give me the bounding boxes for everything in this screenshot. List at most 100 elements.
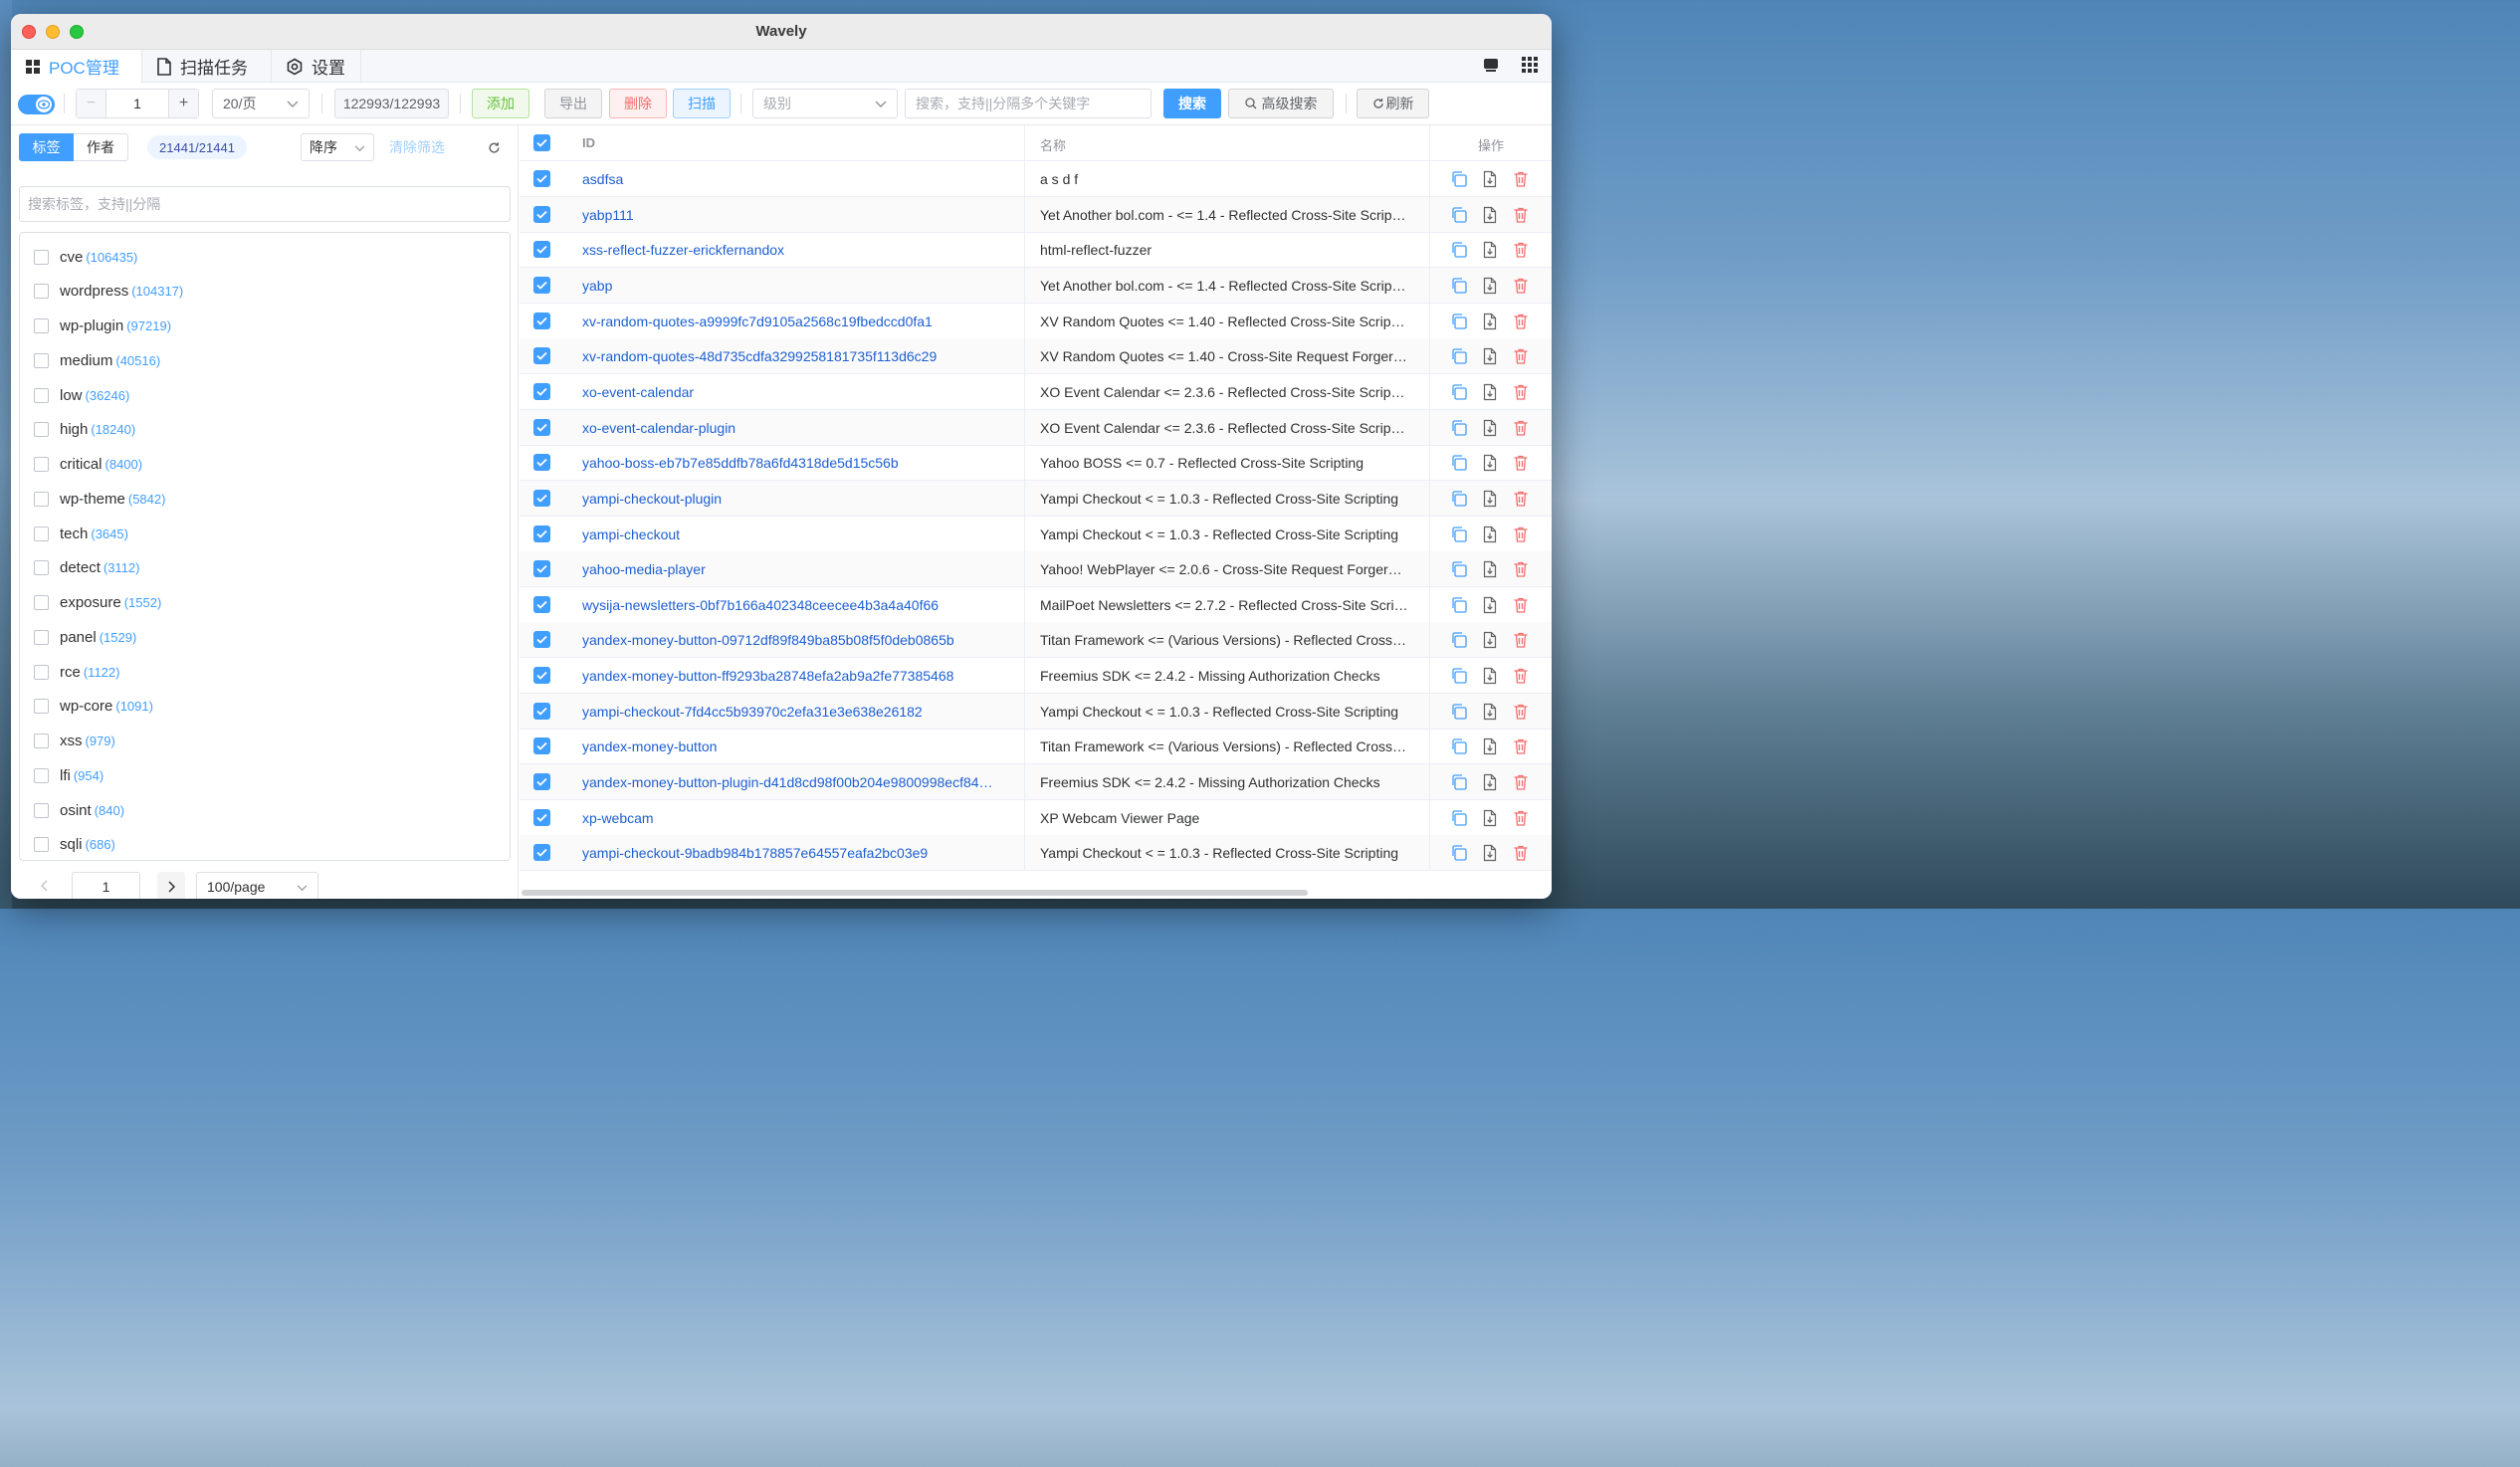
table-row[interactable]: xp-webcam XP Webcam Viewer Page [520,799,1552,836]
delete-icon[interactable] [1512,560,1531,579]
table-row[interactable]: xv-random-quotes-a9999fc7d9105a2568c19fb… [520,303,1552,339]
table-row[interactable]: xo-event-calendar-plugin XO Event Calenda… [520,409,1552,446]
download-icon[interactable] [1481,667,1500,686]
download-icon[interactable] [1481,844,1500,863]
delete-icon[interactable] [1512,596,1531,615]
row-checkbox[interactable] [533,524,550,542]
download-icon[interactable] [1481,277,1500,296]
poc-id-link[interactable]: yahoo-boss-eb7b7e85ddfb78a6fd4318de5d15c… [582,455,1000,471]
tag-checkbox[interactable] [34,249,49,265]
table-row[interactable]: yampi-checkout-7fd4cc5b93970c2efa31e3e63… [520,693,1552,730]
tag-checkbox[interactable] [34,318,49,333]
copy-icon[interactable] [1450,454,1469,473]
poc-id-link[interactable]: asdfsa [582,171,1000,187]
delete-icon[interactable] [1512,525,1531,544]
table-row[interactable]: wysija-newsletters-0bf7b166a402348ceecee… [520,586,1552,623]
page-number-input[interactable]: 1 [106,96,168,111]
poc-id-link[interactable]: yampi-checkout-plugin [582,491,1000,507]
tag-item[interactable]: critical (8400) [34,455,142,475]
tag-checkbox[interactable] [34,422,49,438]
sort-select[interactable]: 降序 [301,133,374,161]
row-checkbox[interactable] [533,205,550,223]
tag-item[interactable]: wp-theme (5842) [34,489,165,509]
search-button[interactable]: 搜索 [1163,89,1221,118]
tag-item[interactable]: cve (106435) [34,247,137,267]
row-checkbox[interactable] [533,595,550,613]
delete-icon[interactable] [1512,631,1531,650]
delete-button[interactable]: 删除 [609,89,667,118]
horizontal-scrollbar[interactable] [522,890,1308,896]
download-icon[interactable] [1481,454,1500,473]
download-icon[interactable] [1481,170,1500,189]
tag-checkbox[interactable] [34,491,49,507]
download-icon[interactable] [1481,525,1500,544]
delete-icon[interactable] [1512,490,1531,509]
download-icon[interactable] [1481,313,1500,331]
table-row[interactable]: yandex-money-button Titan Framework <= (V… [520,729,1552,765]
tab-poc-management[interactable]: POC管理 [11,50,142,83]
tag-item[interactable]: osint (840) [34,800,124,820]
add-button[interactable]: 添加 [472,89,529,118]
row-checkbox[interactable] [533,773,550,791]
next-page-button[interactable] [157,872,185,899]
view-toggle-switch[interactable] [18,95,55,114]
row-checkbox[interactable] [533,454,550,472]
delete-icon[interactable] [1512,170,1531,189]
tag-checkbox[interactable] [34,525,49,541]
delete-icon[interactable] [1512,844,1531,863]
poc-id-link[interactable]: wysija-newsletters-0bf7b166a402348ceecee… [582,597,1000,613]
export-button[interactable]: 导出 [544,89,602,118]
poc-id-link[interactable]: yabp [582,278,1000,294]
table-row[interactable]: xss-reflect-fuzzer-erickfernandox html-re… [520,232,1552,269]
row-checkbox[interactable] [533,702,550,720]
download-icon[interactable] [1481,419,1500,438]
poc-id-link[interactable]: xo-event-calendar [582,384,1000,400]
download-icon[interactable] [1481,631,1500,650]
poc-id-link[interactable]: yampi-checkout-9badb984b178857e64557eafa… [582,845,1000,861]
tab-scan-tasks[interactable]: 扫描任务 [142,50,272,83]
tag-checkbox[interactable] [34,457,49,472]
increment-button[interactable]: + [168,90,198,117]
tag-item[interactable]: xss (979) [34,732,115,751]
tag-search-input[interactable]: 搜索标签，支持||分隔 [19,186,511,222]
tab-settings[interactable]: 设置 [272,50,361,83]
poc-id-link[interactable]: yandex-money-button-plugin-d41d8cd98f00b… [582,774,1000,790]
delete-icon[interactable] [1512,667,1531,686]
copy-icon[interactable] [1450,560,1469,579]
delete-icon[interactable] [1512,454,1531,473]
table-row[interactable]: yandex-money-button-plugin-d41d8cd98f00b… [520,764,1552,801]
tag-item[interactable]: panel (1529) [34,627,136,647]
download-icon[interactable] [1481,703,1500,722]
tag-checkbox[interactable] [34,664,49,680]
table-row[interactable]: asdfsa a s d f [520,161,1552,197]
row-checkbox[interactable] [533,667,550,685]
table-row[interactable]: xv-random-quotes-48d735cdfa3299258181735… [520,338,1552,375]
table-row[interactable]: yampi-checkout Yampi Checkout < = 1.0.3 -… [520,516,1552,552]
download-icon[interactable] [1481,737,1500,756]
delete-icon[interactable] [1512,313,1531,331]
poc-id-link[interactable]: yandex-money-button-09712df89f849ba85b08… [582,632,1000,648]
col-id-header[interactable]: ID [582,135,595,150]
advanced-search-button[interactable]: 高级搜索 [1228,89,1334,118]
copy-icon[interactable] [1450,737,1469,756]
copy-icon[interactable] [1450,383,1469,402]
search-input[interactable]: 搜索，支持||分隔多个关键字 [905,89,1152,118]
col-name-header[interactable]: 名称 [1040,135,1066,154]
download-icon[interactable] [1481,596,1500,615]
row-checkbox[interactable] [533,808,550,826]
poc-id-link[interactable]: yampi-checkout-7fd4cc5b93970c2efa31e3e63… [582,704,1000,720]
poc-id-link[interactable]: xv-random-quotes-a9999fc7d9105a2568c19fb… [582,314,1000,329]
delete-icon[interactable] [1512,809,1531,828]
table-row[interactable]: yahoo-boss-eb7b7e85ddfb78a6fd4318de5d15c… [520,445,1552,482]
download-icon[interactable] [1481,773,1500,792]
table-row[interactable]: yampi-checkout-plugin Yampi Checkout < = … [520,480,1552,517]
row-checkbox[interactable] [533,737,550,755]
tag-page-input[interactable]: 1 [72,872,140,899]
delete-icon[interactable] [1512,206,1531,225]
tag-checkbox[interactable] [34,767,49,783]
download-icon[interactable] [1481,241,1500,260]
delete-icon[interactable] [1512,737,1531,756]
poc-id-link[interactable]: xss-reflect-fuzzer-erickfernandox [582,242,1000,258]
copy-icon[interactable] [1450,313,1469,331]
table-row[interactable]: yabp Yet Another bol.com - <= 1.4 - Refle… [520,267,1552,304]
